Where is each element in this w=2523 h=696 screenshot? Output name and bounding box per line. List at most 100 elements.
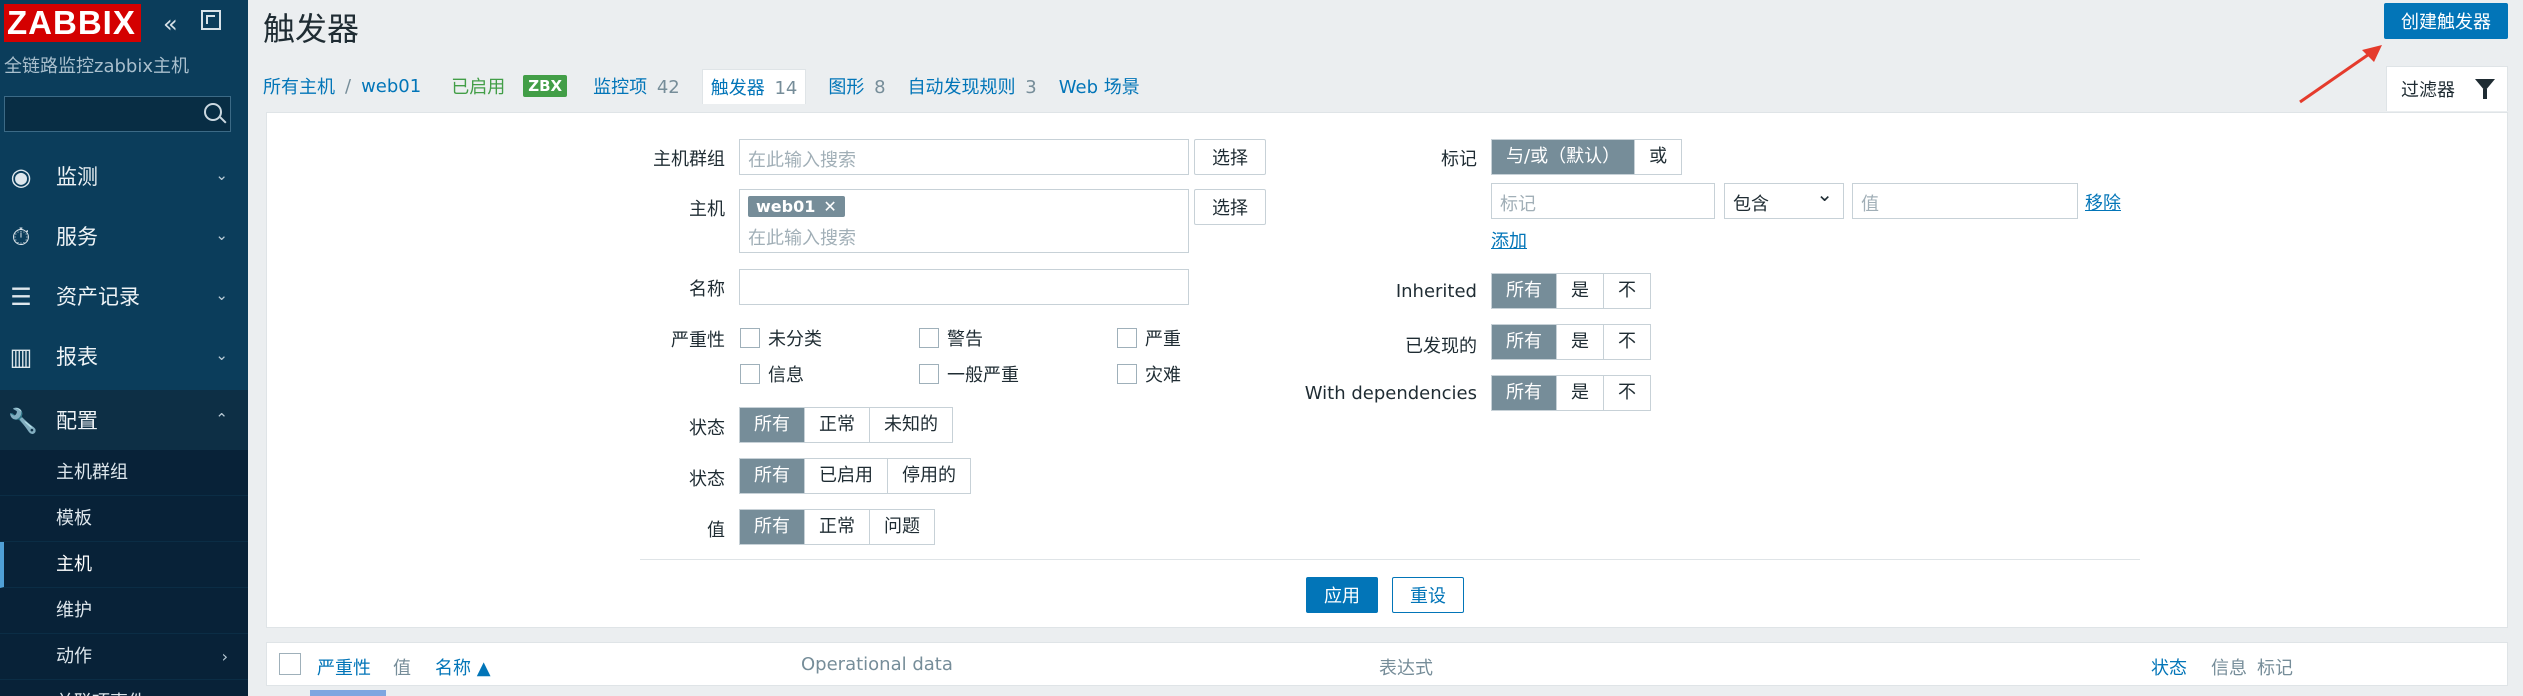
chevron-right-icon: › [221,647,228,666]
tags-option-and-or[interactable]: 与/或（默认） [1492,140,1636,174]
tab-web-scenarios[interactable]: Web 场景 [1059,73,1140,99]
inherited-option-all[interactable]: 所有 [1492,274,1557,308]
dependencies-segmented: 所有 是 不 [1491,375,1651,411]
tag-name-input[interactable]: 标记 [1491,183,1715,219]
zabbix-logo[interactable]: ZABBIX [4,4,141,42]
tag-add-link[interactable]: 添加 [1491,227,1527,253]
breadcrumb-all-hosts[interactable]: 所有主机 [263,73,335,99]
host-status[interactable]: 已启用 [451,73,505,99]
checkbox-box[interactable] [919,328,939,348]
tab-discovery-label: 自动发现规则 [907,77,1016,98]
discovered-option-all[interactable]: 所有 [1492,325,1557,359]
tag-value-input[interactable]: 值 [1852,183,2078,219]
kiosk-mode-icon[interactable] [201,10,221,30]
nav-configuration[interactable]: 🔧 配置 ⌃ [0,390,248,450]
severity-warning-checkbox[interactable]: 警告 [919,325,983,351]
reset-button[interactable]: 重设 [1392,577,1464,613]
table-row [310,690,386,696]
state-segmented: 所有 正常 未知的 [739,407,953,443]
chevron-down-icon: ⌄ [215,166,228,184]
checkbox-label: 警告 [947,329,983,350]
annotation-arrow [2299,45,2382,104]
inherited-option-yes[interactable]: 是 [1557,274,1604,308]
host-groups-select-button[interactable]: 选择 [1194,139,1266,175]
inherited-option-no[interactable]: 不 [1604,274,1650,308]
host-groups-label: 主机群组 [653,149,725,170]
host-groups-input[interactable]: 在此输入搜索 [739,139,1189,175]
eye-icon: ◉ [10,163,32,191]
page-title: 触发器 [263,10,360,48]
tab-graphs[interactable]: 图形 8 [828,73,885,99]
column-status[interactable]: 状态 [2151,654,2187,680]
hosts-label: 主机 [689,199,725,220]
checkbox-label: 一般严重 [947,365,1019,386]
checkbox-box[interactable] [740,364,760,384]
hosts-input[interactable]: web01 ✕ 在此输入搜索 [739,189,1189,253]
checkbox-box[interactable] [919,364,939,384]
breadcrumb-host[interactable]: web01 [361,76,421,97]
submenu-templates[interactable]: 模板 [0,496,248,542]
nav-label: 资产记录 [56,285,140,309]
tags-option-or[interactable]: 或 [1635,140,1682,174]
submenu-maintenance[interactable]: 维护 [0,588,248,634]
tab-discovery-rules[interactable]: 自动发现规则 3 [908,73,1037,99]
server-name: 全链路监控zabbix主机 [4,56,189,77]
value-option-all[interactable]: 所有 [740,510,805,544]
severity-not-classified-checkbox[interactable]: 未分类 [740,325,822,351]
value-segmented: 所有 正常 问题 [739,509,935,545]
status-option-all[interactable]: 所有 [740,459,805,493]
submenu-hosts[interactable]: 主机 [0,542,248,588]
column-name[interactable]: 名称 ▲ [435,654,491,680]
status-option-disabled[interactable]: 停用的 [888,459,970,493]
dependencies-label: With dependencies [1304,383,1477,404]
tab-triggers-count: 14 [774,77,798,99]
nav-services[interactable]: ⏱ 服务 ⌄ [0,206,248,266]
discovered-option-yes[interactable]: 是 [1557,325,1604,359]
column-severity[interactable]: 严重性 [317,654,371,680]
tag-remove-link[interactable]: 移除 [2085,189,2121,215]
value-option-ok[interactable]: 正常 [805,510,870,544]
dependencies-option-yes[interactable]: 是 [1557,376,1604,410]
checkbox-box[interactable] [1117,364,1137,384]
sidebar-search-input[interactable] [4,96,231,132]
state-option-all[interactable]: 所有 [740,408,805,442]
chevron-down-icon: ⌄ [215,346,228,364]
state-option-normal[interactable]: 正常 [805,408,870,442]
collapse-sidebar-icon[interactable]: « [163,10,178,38]
hosts-select-button[interactable]: 选择 [1194,189,1266,225]
column-info: 信息 [2211,658,2247,679]
status-option-enabled[interactable]: 已启用 [805,459,888,493]
filter-tab[interactable]: 过滤器 [2386,66,2508,111]
discovered-option-no[interactable]: 不 [1604,325,1650,359]
remove-chip-icon[interactable]: ✕ [823,197,836,216]
filter-tab-label: 过滤器 [2401,80,2455,101]
nav-label: 监测 [56,165,98,189]
submenu-event-correlation[interactable]: 关联项事件 [0,680,248,696]
name-label: 名称 [689,279,725,300]
filter-panel: 主机群组 在此输入搜索 选择 主机 web01 ✕ 在此输入搜索 选择 名称 严重… [266,112,2508,628]
tab-items[interactable]: 监控项 42 [593,73,680,99]
apply-button[interactable]: 应用 [1306,577,1378,613]
discovered-label: 已发现的 [1405,336,1477,357]
dependencies-option-all[interactable]: 所有 [1492,376,1557,410]
value-option-problem[interactable]: 问题 [870,510,934,544]
checkbox-box[interactable] [740,328,760,348]
severity-information-checkbox[interactable]: 信息 [740,361,804,387]
severity-label: 严重性 [671,330,725,351]
nav-inventory[interactable]: ☰ 资产记录 ⌄ [0,266,248,326]
submenu-label: 动作 [56,646,92,667]
select-all-checkbox[interactable] [279,653,301,675]
create-trigger-button[interactable]: 创建触发器 [2384,3,2508,39]
search-icon[interactable] [204,103,222,121]
state-option-unknown[interactable]: 未知的 [870,408,952,442]
tag-operator-select[interactable]: 包含 [1724,182,1844,219]
nav-monitoring[interactable]: ◉ 监测 ⌄ [0,146,248,206]
submenu-actions[interactable]: 动作 › [0,634,248,680]
tab-triggers[interactable]: 触发器 14 [701,68,807,104]
dependencies-option-no[interactable]: 不 [1604,376,1650,410]
nav-reports[interactable]: ▥ 报表 ⌄ [0,326,248,386]
severity-average-checkbox[interactable]: 一般严重 [919,361,1019,387]
column-expression: 表达式 [1379,658,1433,679]
column-tags: 标记 [2257,658,2293,679]
submenu-host-groups[interactable]: 主机群组 [0,450,248,496]
